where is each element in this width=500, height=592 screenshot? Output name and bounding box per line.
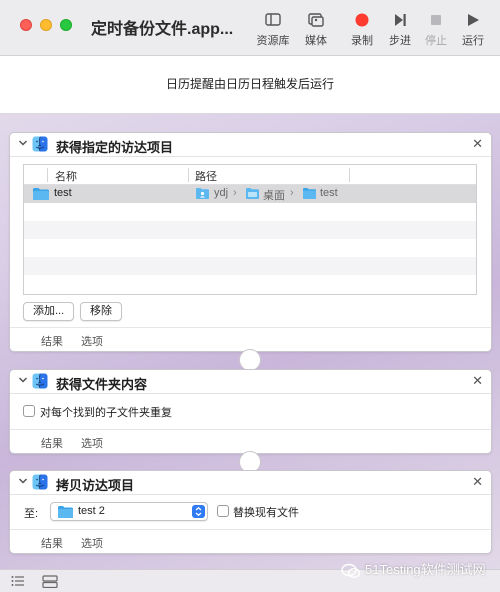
- folder-icon: [245, 187, 260, 200]
- column-separator: [47, 168, 48, 182]
- chevron-down-icon[interactable]: [18, 375, 28, 385]
- watermark-text: 51Testing软件测试网: [365, 562, 486, 577]
- media-icon: [308, 13, 324, 27]
- wechat-icon: [341, 563, 361, 578]
- path-separator: ›: [290, 187, 294, 199]
- chevron-down-icon[interactable]: [18, 138, 28, 148]
- finder-items-table: 名称 路径 test ydj › 桌面 › test: [23, 164, 477, 295]
- destination-label: 至:: [24, 508, 39, 520]
- path-segment: ydj: [214, 187, 229, 199]
- workflow-view-icon[interactable]: [42, 575, 58, 588]
- action-connector: [239, 349, 261, 371]
- banner-text: 日历提醒由日历日程触发后运行: [165, 77, 334, 91]
- action-footer: 结果 选项: [10, 327, 491, 351]
- folder-icon: [32, 187, 50, 201]
- destination-select[interactable]: test 2: [50, 502, 208, 521]
- run-icon: [468, 14, 479, 26]
- options-tab[interactable]: 选项: [81, 435, 103, 451]
- close-window-button[interactable]: [20, 19, 32, 31]
- stop-icon: [431, 15, 441, 25]
- action-footer: 结果 选项: [10, 529, 491, 553]
- step-icon: [395, 14, 406, 26]
- watermark: 51Testing软件测试网: [341, 559, 486, 579]
- list-view-icon[interactable]: [11, 575, 25, 587]
- finder-icon: [32, 373, 48, 389]
- replace-existing-checkbox[interactable]: [217, 505, 229, 517]
- column-header-name[interactable]: 名称: [55, 168, 77, 184]
- path-separator: ›: [233, 187, 237, 199]
- record-label: 录制: [351, 35, 373, 47]
- window-title: 定时备份文件.app...: [91, 21, 234, 38]
- action-header: 获得文件夹内容 ✕: [10, 370, 491, 394]
- table-row[interactable]: test ydj › 桌面 › test: [24, 185, 476, 203]
- action-title: 获得指定的访达项目: [56, 140, 174, 155]
- media-button[interactable]: 媒体: [296, 10, 336, 50]
- results-tab[interactable]: 结果: [41, 333, 63, 349]
- run-label: 运行: [462, 35, 484, 47]
- table-row-empty: [24, 257, 476, 275]
- action-get-specified-finder-items: 获得指定的访达项目 ✕ 名称 路径 test ydj › 桌面 › test 添…: [9, 132, 492, 352]
- library-icon: [265, 13, 281, 26]
- replace-existing-label: 替换现有文件: [233, 507, 299, 519]
- row-name: test: [54, 187, 72, 199]
- destination-value: test 2: [78, 505, 105, 517]
- table-row-empty: [24, 239, 476, 257]
- step-label: 步进: [389, 35, 411, 47]
- table-row-empty: [24, 275, 476, 293]
- record-button[interactable]: 录制: [342, 10, 382, 50]
- options-tab[interactable]: 选项: [81, 333, 103, 349]
- library-label: 资源库: [256, 35, 290, 47]
- table-header: 名称 路径: [24, 165, 476, 185]
- window-titlebar: 定时备份文件.app... 资源库 媒体 录制 步进 停止 运行: [0, 0, 500, 56]
- workflow-banner: 日历提醒由日历日程触发后运行: [0, 56, 500, 114]
- finder-icon: [32, 474, 48, 490]
- step-button[interactable]: 步进: [380, 10, 420, 50]
- path-segment: 桌面: [263, 190, 285, 202]
- library-button[interactable]: 资源库: [253, 10, 293, 50]
- stop-label: 停止: [425, 35, 447, 47]
- action-header: 获得指定的访达项目 ✕: [10, 133, 491, 157]
- chevron-updown-icon: [192, 505, 205, 518]
- record-icon: [355, 13, 369, 27]
- repeat-subfolders-label: 对每个找到的子文件夹重复: [40, 407, 172, 419]
- table-row-empty: [24, 221, 476, 239]
- finder-icon: [32, 136, 48, 152]
- action-title: 获得文件夹内容: [56, 377, 148, 392]
- minimize-window-button[interactable]: [40, 19, 52, 31]
- action-get-folder-contents: 获得文件夹内容 ✕ 对每个找到的子文件夹重复 结果 选项: [9, 369, 492, 454]
- results-tab[interactable]: 结果: [41, 435, 63, 451]
- results-tab[interactable]: 结果: [41, 535, 63, 551]
- table-row-empty: [24, 203, 476, 221]
- media-label: 媒体: [305, 35, 327, 47]
- folder-icon: [58, 506, 73, 518]
- stop-button[interactable]: 停止: [416, 10, 456, 50]
- action-footer: 结果 选项: [10, 429, 491, 453]
- column-separator: [349, 168, 350, 182]
- remove-button[interactable]: 移除: [80, 302, 122, 321]
- column-separator: [188, 168, 189, 182]
- close-icon[interactable]: ✕: [472, 474, 483, 490]
- close-icon[interactable]: ✕: [472, 136, 483, 152]
- add-button[interactable]: 添加...: [23, 302, 75, 321]
- path-segment: test: [320, 187, 338, 199]
- action-copy-finder-items: 拷贝访达项目 ✕ 至: test 2 替换现有文件 结果 选项: [9, 470, 492, 554]
- path-user-icon: [195, 187, 210, 200]
- run-button[interactable]: 运行: [453, 10, 493, 50]
- repeat-subfolders-checkbox[interactable]: [23, 405, 35, 417]
- action-title: 拷贝访达项目: [56, 478, 135, 493]
- zoom-window-button[interactable]: [60, 19, 72, 31]
- column-header-path[interactable]: 路径: [195, 168, 217, 184]
- chevron-down-icon[interactable]: [18, 476, 28, 486]
- options-tab[interactable]: 选项: [81, 535, 103, 551]
- folder-icon: [302, 187, 317, 200]
- action-header: 拷贝访达项目 ✕: [10, 471, 491, 495]
- close-icon[interactable]: ✕: [472, 373, 483, 389]
